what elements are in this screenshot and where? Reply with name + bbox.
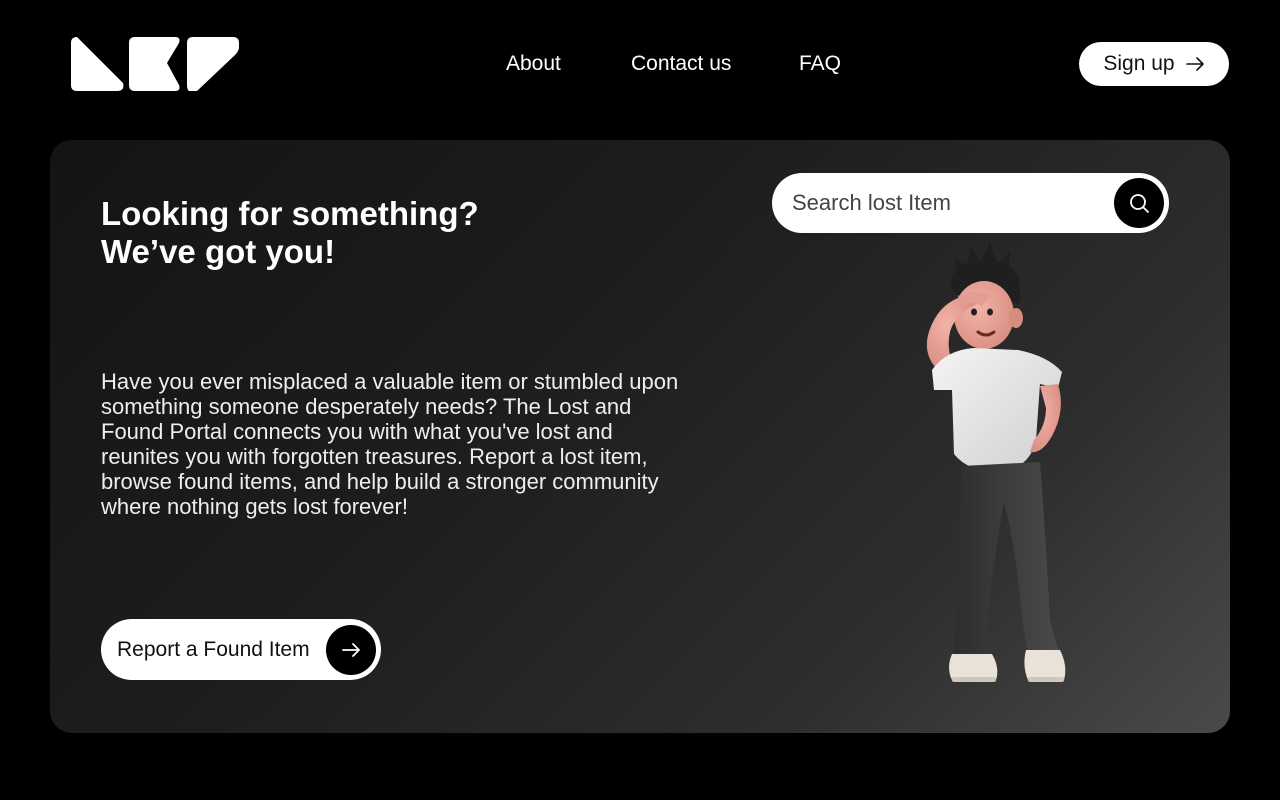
hero-headline: Looking for something? We’ve got you!	[101, 195, 479, 271]
nav-contact-us[interactable]: Contact us	[631, 50, 731, 78]
report-found-item-label: Report a Found Item	[117, 637, 310, 661]
brand-logo[interactable]	[71, 37, 239, 91]
sign-up-label: Sign up	[1103, 52, 1175, 75]
arrow-right-icon	[342, 643, 360, 657]
search-bar	[772, 173, 1169, 233]
hero-description: Have you ever misplaced a valuable item …	[101, 369, 679, 519]
nav-faq[interactable]: FAQ	[799, 50, 841, 78]
report-found-item-button[interactable]: Report a Found Item	[101, 619, 381, 680]
nav-about[interactable]: About	[506, 50, 561, 78]
headline-line-1: Looking for something?	[101, 195, 479, 232]
hero-card: Looking for something? We’ve got you! Ha…	[50, 140, 1230, 733]
search-icon	[1130, 194, 1149, 213]
search-button[interactable]	[1114, 178, 1164, 228]
report-arrow-button[interactable]	[326, 625, 376, 675]
arrow-right-icon	[1185, 57, 1204, 71]
search-input[interactable]	[792, 173, 1092, 233]
character-illustration	[926, 240, 1066, 682]
sign-up-button[interactable]: Sign up	[1079, 42, 1229, 86]
headline-line-2: We’ve got you!	[101, 233, 336, 270]
